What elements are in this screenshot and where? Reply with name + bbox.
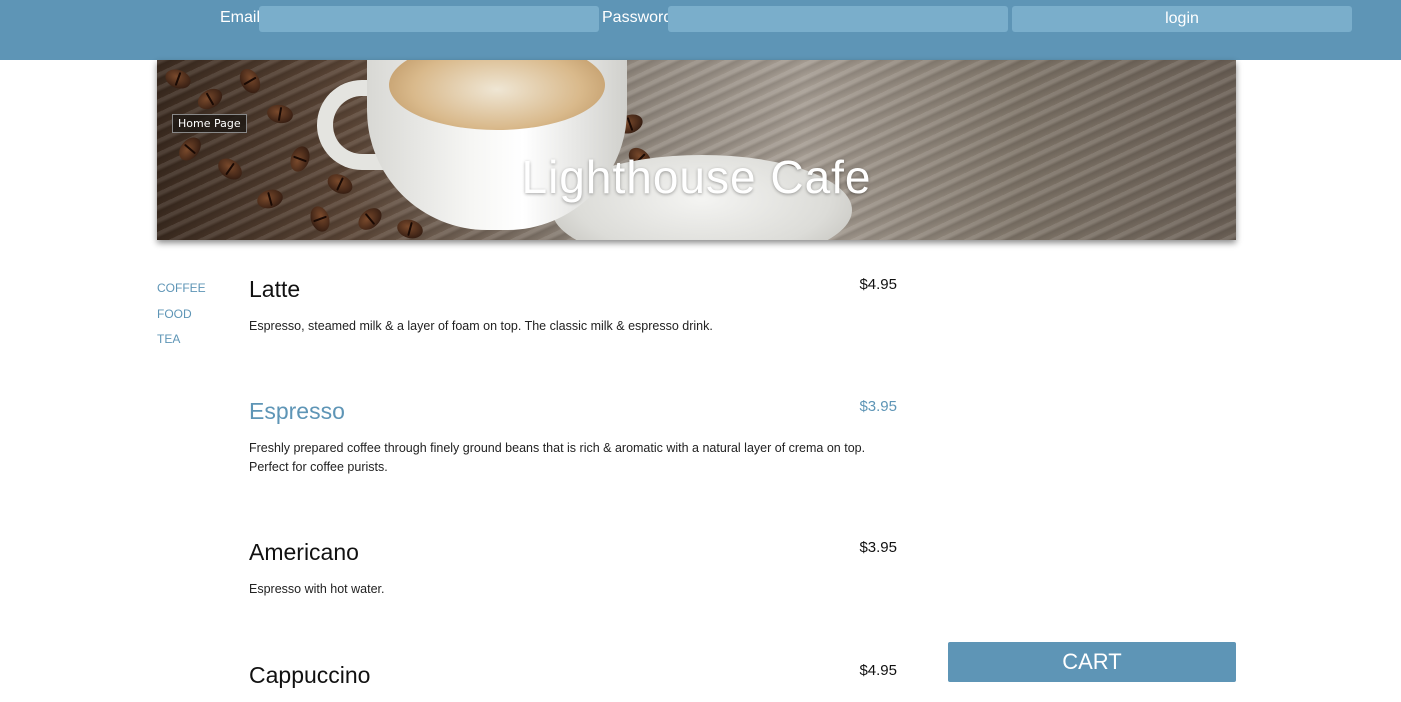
- login-bar: Email Password login: [0, 0, 1401, 60]
- email-label: Email: [220, 9, 261, 26]
- menu-item-americano[interactable]: Americano $3.95 Espresso with hot water.: [249, 539, 899, 599]
- menu-item-name: Americano: [249, 539, 359, 565]
- coffee-bean-image: [235, 65, 265, 97]
- category-link-tea[interactable]: TEA: [157, 327, 206, 353]
- page-title: Lighthouse Cafe: [521, 151, 872, 203]
- category-nav: COFFEE FOOD TEA: [157, 276, 206, 353]
- menu-item-price: $3.95: [859, 398, 897, 415]
- menu-item-latte[interactable]: Latte $4.95 Espresso, steamed milk & a l…: [249, 276, 899, 336]
- menu-item-description: Freshly prepared coffee through finely g…: [249, 441, 866, 474]
- password-label: Password: [602, 9, 673, 26]
- menu-item-price: $4.95: [859, 276, 897, 293]
- category-link-coffee[interactable]: COFFEE: [157, 276, 206, 302]
- coffee-bean-image: [395, 216, 425, 240]
- menu-item-name: Espresso: [249, 398, 345, 424]
- menu-item-price: $3.95: [859, 539, 897, 556]
- menu-item-cappuccino[interactable]: Cappuccino $4.95: [249, 662, 899, 689]
- home-page-link[interactable]: Home Page: [172, 114, 247, 133]
- coffee-bean-image: [194, 84, 226, 114]
- menu-item-description: Espresso, steamed milk & a layer of foam…: [249, 319, 713, 333]
- coffee-bean-image: [354, 203, 386, 235]
- hero-banner: Home Page Lighthouse Cafe: [157, 60, 1236, 240]
- menu-item-name: Latte: [249, 276, 301, 302]
- menu-item-description: Espresso with hot water.: [249, 582, 385, 596]
- menu-item-price: $4.95: [859, 662, 897, 679]
- menu-item-name: Cappuccino: [249, 662, 371, 688]
- menu-item-espresso[interactable]: Espresso $3.95 Freshly prepared coffee t…: [249, 398, 899, 477]
- cart-button[interactable]: CART: [948, 642, 1236, 682]
- coffee-bean-image: [162, 66, 194, 92]
- password-input[interactable]: [668, 6, 1008, 32]
- coffee-bean-image: [307, 203, 333, 235]
- email-input[interactable]: [259, 6, 599, 32]
- category-link-food[interactable]: FOOD: [157, 302, 206, 328]
- login-button[interactable]: login: [1012, 6, 1352, 32]
- coffee-bean-image: [265, 102, 295, 126]
